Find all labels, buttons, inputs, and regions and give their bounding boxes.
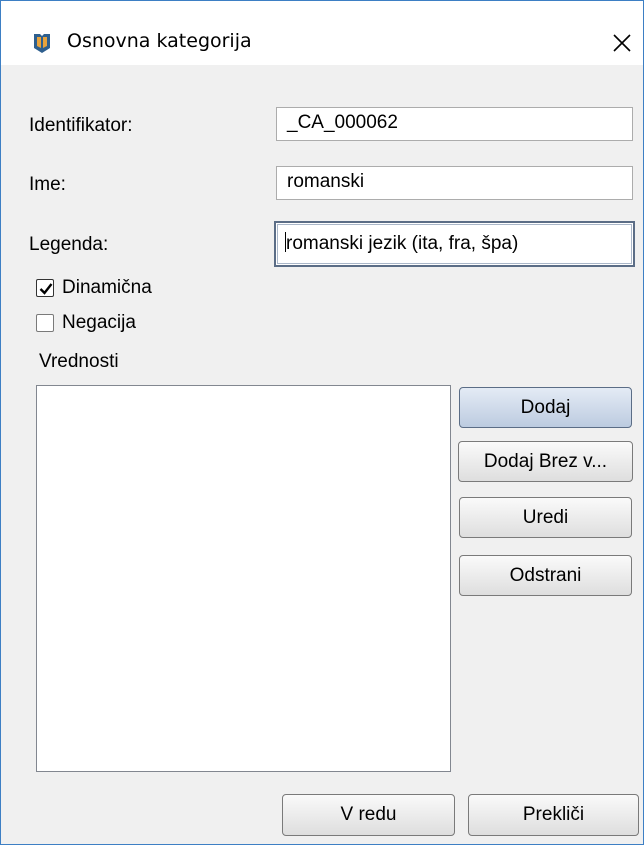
remove-button[interactable]: Odstrani	[459, 555, 632, 596]
dialog-window: Osnovna kategorija Identifikator: _CA_00…	[0, 0, 644, 845]
name-label: Ime:	[29, 174, 66, 195]
identifier-field[interactable]: _CA_000062	[276, 107, 633, 141]
legend-field-value: romanski jezik (ita, fra, špa)	[286, 233, 519, 254]
ok-button[interactable]: V redu	[282, 794, 455, 836]
add-button[interactable]: Dodaj	[459, 387, 632, 428]
edit-button[interactable]: Uredi	[459, 497, 632, 538]
window-title: Osnovna kategorija	[67, 30, 252, 52]
cancel-button[interactable]: Prekliči	[468, 794, 639, 836]
dynamic-checkbox-label: Dinamična	[62, 277, 152, 298]
values-list[interactable]	[36, 385, 451, 772]
name-field[interactable]: romanski	[276, 166, 633, 200]
book-shield-icon	[34, 34, 50, 53]
close-icon[interactable]	[607, 28, 637, 58]
checkmark-icon	[39, 283, 53, 295]
negation-checkbox-box[interactable]	[36, 314, 54, 332]
add-without-value-button[interactable]: Dodaj Brez v...	[458, 441, 633, 482]
identifier-label: Identifikator:	[29, 115, 133, 136]
negation-checkbox-label: Negacija	[62, 312, 136, 333]
legend-label: Legenda:	[29, 234, 109, 255]
values-label: Vrednosti	[39, 351, 119, 372]
title-bar[interactable]: Osnovna kategorija	[1, 1, 643, 65]
legend-field[interactable]: romanski jezik (ita, fra, špa)	[274, 221, 635, 267]
dynamic-checkbox-box[interactable]	[36, 279, 54, 297]
